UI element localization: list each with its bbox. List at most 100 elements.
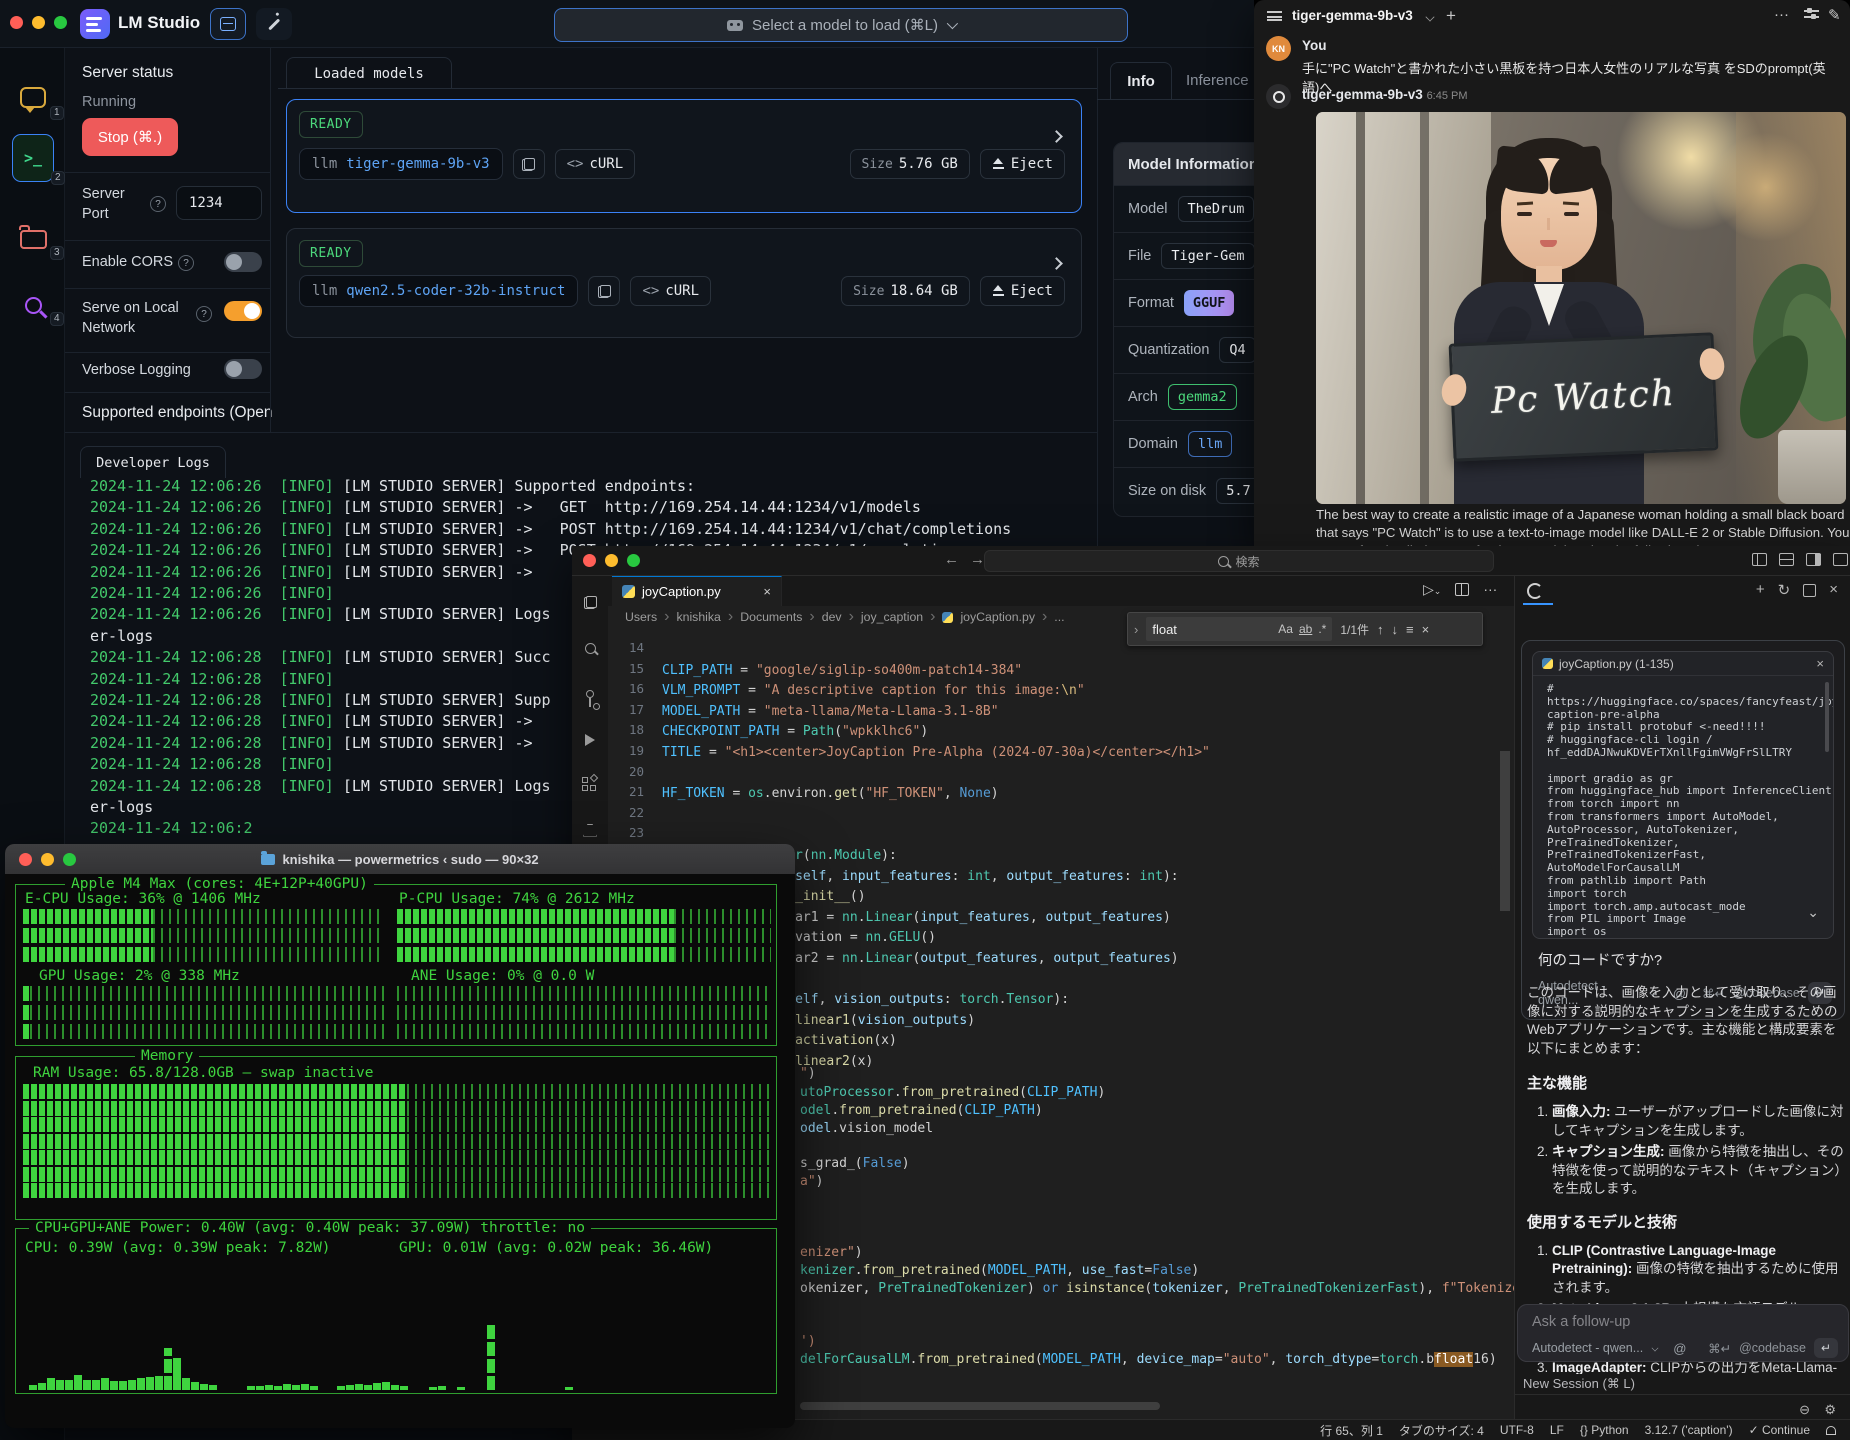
new-tab-button[interactable]: + bbox=[1446, 6, 1456, 26]
status-item[interactable]: LF bbox=[1550, 1423, 1564, 1437]
python-icon bbox=[1542, 658, 1553, 669]
generated-image[interactable]: Pc Watch bbox=[1316, 112, 1846, 504]
status-item[interactable]: ✓ Continue bbox=[1749, 1423, 1810, 1437]
find-next-icon[interactable]: ↓ bbox=[1392, 622, 1399, 637]
close-button[interactable] bbox=[583, 554, 596, 567]
extensions-icon[interactable] bbox=[578, 774, 602, 798]
code-line: enizer") bbox=[800, 1243, 863, 1263]
mention-icon[interactable]: @ bbox=[1673, 1341, 1686, 1356]
followup-box[interactable]: Ask a follow-up Autodetect - qwen... @ ⌘… bbox=[1517, 1304, 1849, 1362]
breadcrumb-item[interactable]: Documents bbox=[740, 610, 802, 624]
expand-icon[interactable] bbox=[1803, 584, 1816, 597]
assistant-name: tiger-gemma-9b-v3 6:45 PM bbox=[1302, 87, 1468, 102]
status-item[interactable]: 3.12.7 ('caption') bbox=[1645, 1423, 1733, 1437]
search-icon[interactable] bbox=[578, 636, 602, 660]
zoom-button[interactable] bbox=[63, 853, 76, 866]
answer-list-item: 2. キャプション生成: 画像から特徴を抽出し、その特徴を使って説明的なテキスト… bbox=[1537, 1143, 1847, 1199]
breadcrumb[interactable]: Users›knishika›Documents›dev›joy_caption… bbox=[625, 608, 1065, 626]
customize-layout-icon[interactable] bbox=[1833, 553, 1848, 566]
card-code-line: # bbox=[1547, 683, 1833, 696]
tune-icon[interactable] bbox=[1804, 10, 1819, 21]
find-previous-icon[interactable]: ↑ bbox=[1377, 622, 1384, 637]
status-item[interactable]: {} Python bbox=[1580, 1423, 1629, 1437]
back-button[interactable]: ← bbox=[944, 551, 959, 568]
close-tab-icon[interactable]: × bbox=[763, 584, 771, 599]
usage-meter bbox=[23, 1101, 771, 1116]
history-icon[interactable]: ↻ bbox=[1778, 581, 1791, 599]
horizontal-scrollbar[interactable] bbox=[800, 1402, 1160, 1410]
line-number: 20 bbox=[610, 764, 644, 779]
card-scrollbar[interactable] bbox=[1825, 682, 1829, 752]
gear-icon[interactable]: ⚙ bbox=[1824, 1402, 1836, 1418]
find-collapse-icon[interactable]: › bbox=[1134, 622, 1138, 637]
whole-word-icon[interactable]: ab bbox=[1299, 622, 1312, 636]
active-tab-indicator bbox=[1523, 603, 1553, 605]
chat-title[interactable]: tiger-gemma-9b-v3 bbox=[1292, 8, 1413, 23]
new-session-icon[interactable]: + bbox=[1756, 581, 1765, 599]
answer-heading: 使用するモデルと技術 bbox=[1527, 1211, 1847, 1232]
remove-context-icon[interactable]: × bbox=[1816, 656, 1824, 671]
minimize-button[interactable] bbox=[605, 554, 618, 567]
run-python-icon[interactable]: ▷⌄ bbox=[1423, 581, 1441, 598]
split-editor-icon[interactable] bbox=[1455, 583, 1469, 596]
code-line: VLM_PROMPT = "A descriptive caption for … bbox=[662, 681, 1085, 701]
card-code-line: PreTrainedTokenizer, PreTrainedTokenizer… bbox=[1547, 837, 1833, 863]
toggle-sidebar-icon[interactable] bbox=[1752, 553, 1767, 566]
tab-joycaption[interactable]: joyCaption.py× bbox=[612, 576, 782, 606]
bell-icon[interactable] bbox=[1826, 1426, 1836, 1435]
find-input[interactable]: float Aa ab .* bbox=[1146, 617, 1332, 641]
status-item[interactable]: UTF-8 bbox=[1500, 1423, 1534, 1437]
breadcrumb-item[interactable]: ... bbox=[1054, 610, 1064, 624]
breadcrumb-item[interactable]: knishika bbox=[676, 610, 720, 624]
minimize-button[interactable] bbox=[41, 853, 54, 866]
cpu-box-label: Apple M4 Max (cores: 4E+12P+40GPU) bbox=[65, 876, 374, 892]
find-in-selection-icon[interactable]: ≡ bbox=[1406, 622, 1414, 637]
more-actions-icon[interactable]: ··· bbox=[1483, 581, 1497, 598]
usage-meter bbox=[23, 1134, 771, 1149]
status-item[interactable]: 行 65、列 1 bbox=[1320, 1422, 1383, 1439]
power-bar bbox=[355, 1384, 363, 1390]
status-item[interactable]: タブのサイズ: 4 bbox=[1399, 1422, 1484, 1439]
hamburger-icon[interactable] bbox=[1267, 11, 1282, 21]
forward-button[interactable]: → bbox=[970, 551, 985, 568]
compose-icon[interactable]: ✎ bbox=[1828, 6, 1841, 24]
more-options-icon[interactable]: ··· bbox=[1774, 6, 1789, 23]
toggle-secondary-sidebar-icon[interactable] bbox=[1806, 553, 1821, 566]
breadcrumb-item[interactable]: dev bbox=[822, 610, 842, 624]
code-line: a") bbox=[800, 1172, 823, 1192]
power-bar bbox=[438, 1386, 446, 1390]
source-control-icon[interactable] bbox=[578, 682, 602, 706]
breadcrumb-item[interactable]: joyCaption.py bbox=[960, 610, 1035, 624]
search-bar[interactable]: 検索 bbox=[984, 550, 1494, 572]
run-debug-icon[interactable] bbox=[578, 728, 602, 752]
chevron-down-icon[interactable] bbox=[1425, 12, 1434, 21]
new-session-link[interactable]: New Session (⌘ L) bbox=[1523, 1376, 1635, 1392]
breadcrumb-item[interactable]: joy_caption bbox=[861, 610, 923, 624]
log-line: 2024-11-24 12:06:26 [INFO] [LM STUDIO SE… bbox=[90, 497, 921, 518]
vertical-scrollbar[interactable] bbox=[1500, 751, 1510, 911]
expand-code-icon[interactable]: ⌄ bbox=[1807, 904, 1819, 921]
toggle-panel-icon[interactable] bbox=[1779, 553, 1794, 566]
line-number: 22 bbox=[610, 805, 644, 820]
log-line: 2024-11-24 12:06:28 [INFO] [LM STUDIO SE… bbox=[90, 776, 551, 797]
power-bar bbox=[247, 1386, 255, 1390]
close-find-icon[interactable]: × bbox=[1422, 622, 1430, 637]
testing-icon[interactable] bbox=[578, 820, 602, 844]
close-panel-icon[interactable]: × bbox=[1829, 581, 1838, 599]
continue-logo-icon[interactable] bbox=[1527, 583, 1543, 599]
send-button[interactable]: ↵ bbox=[1814, 1338, 1838, 1358]
code-line: s_grad_(False) bbox=[800, 1154, 910, 1174]
model-selector[interactable]: Autodetect - qwen... bbox=[1532, 1341, 1643, 1355]
log-line: 2024-11-24 12:06:28 [INFO] bbox=[90, 669, 343, 690]
code-context-card[interactable]: joyCaption.py (1-135) × #https://hugging… bbox=[1532, 651, 1834, 939]
feedback-icon[interactable]: ⊖ bbox=[1799, 1402, 1810, 1418]
zoom-button[interactable] bbox=[627, 554, 640, 567]
match-case-icon[interactable]: Aa bbox=[1278, 622, 1293, 636]
close-button[interactable] bbox=[19, 853, 32, 866]
code-line: odel.vision_model bbox=[800, 1119, 933, 1139]
terminal-title: knishika — powermetrics ‹ sudo — 90×32 bbox=[282, 852, 538, 867]
regex-icon[interactable]: .* bbox=[1318, 622, 1326, 636]
explorer-icon[interactable] bbox=[578, 590, 602, 614]
power-bar bbox=[364, 1385, 372, 1390]
breadcrumb-item[interactable]: Users bbox=[625, 610, 657, 624]
